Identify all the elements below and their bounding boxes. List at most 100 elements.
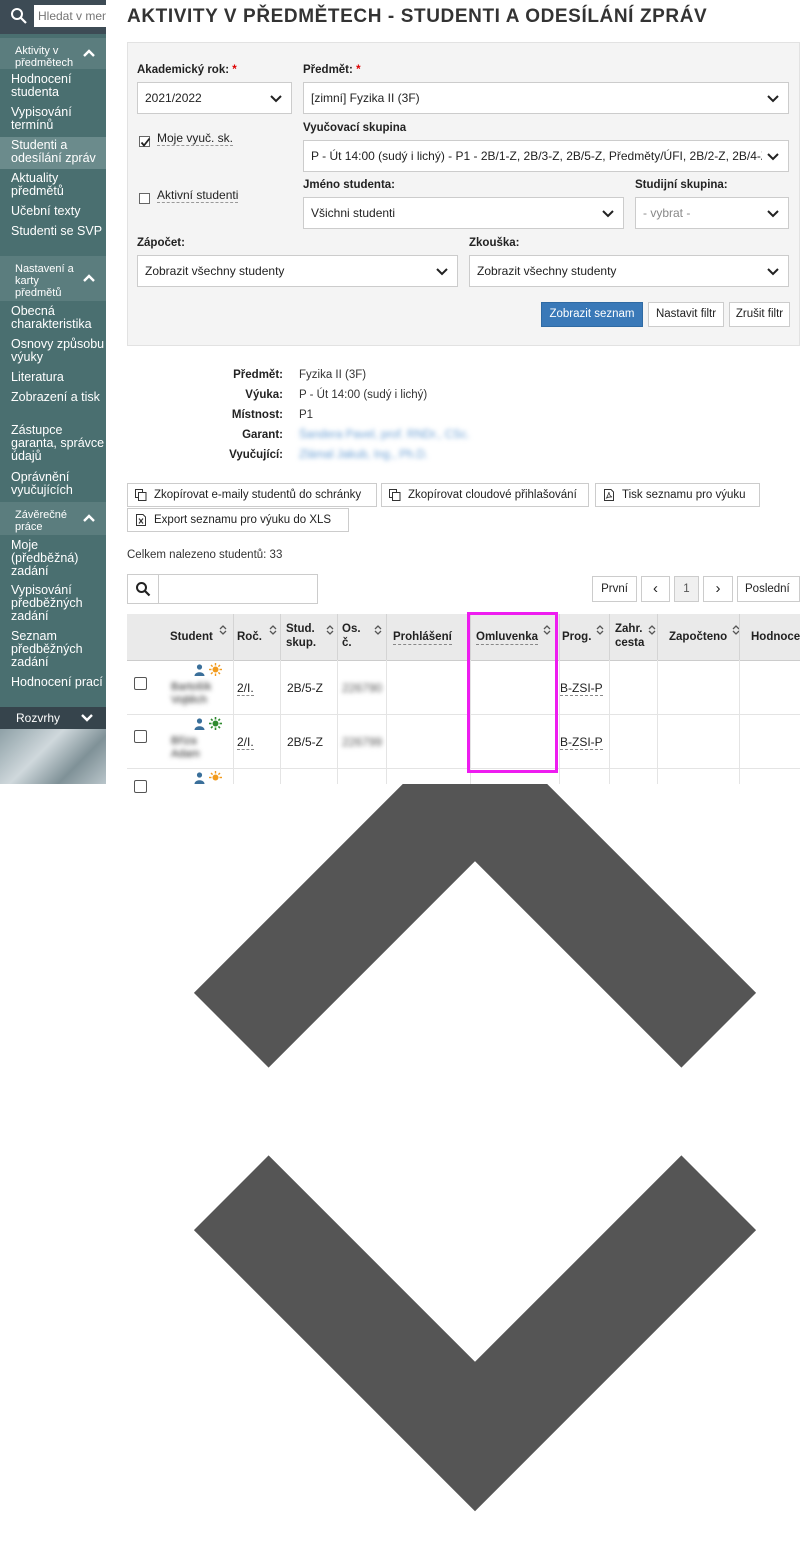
sidebar-group-nastaveni[interactable]: Nastavení a karty předmětů [0, 256, 106, 301]
copy-cloud-button[interactable]: Zkopírovat cloudové přihlašování [381, 483, 589, 507]
sidebar-item-studenti-zpravy[interactable]: Studenti a odesílání zpráv [0, 137, 106, 169]
col-student[interactable]: Student [167, 614, 233, 660]
col-program[interactable]: Prog. [559, 614, 610, 660]
col-rocnik[interactable]: Roč. [233, 614, 281, 660]
pdf-icon [604, 489, 614, 501]
table-header: Student Roč. Stud. skup. Os. č. Prohláše… [127, 614, 800, 1512]
my-groups-label[interactable]: Moje vyuč. sk. [157, 131, 234, 146]
sidebar-item-zobrazeni-tisk[interactable]: Zobrazení a tisk [11, 391, 106, 404]
column-divider [386, 660, 387, 784]
student-name-link[interactable]: Bartošík Vojtěch [171, 681, 225, 707]
exam-select[interactable]: Zobrazit všechny studenty [469, 255, 789, 287]
sidebar-item-hodnoceni-studenta[interactable]: Hodnocení studenta [11, 73, 106, 99]
sidebar-item-moje-zadani[interactable]: Moje (předběžná) zadání [11, 539, 106, 578]
info-guarantor-link[interactable]: Šandera Pavel, prof. RNDr., CSc. [299, 429, 470, 441]
sidebar-item-osnovy[interactable]: Osnovy způsobu výuky [11, 338, 106, 364]
show-list-button[interactable]: Zobrazit seznam [541, 302, 643, 327]
copy-emails-button[interactable]: Zkopírovat e-maily studentů do schránky [127, 483, 377, 507]
sidebar-item-seznam-zadani[interactable]: Seznam předběžných zadání [11, 630, 106, 669]
sidebar-item-ucebni-texty[interactable]: Učební texty [11, 205, 106, 218]
sidebar-group-aktivity[interactable]: Aktivity v předmětech [0, 38, 106, 69]
sidebar-item-zastupce-garanta[interactable]: Zástupce garanta, správce údajů [11, 424, 106, 463]
group-select[interactable]: P - Út 14:00 (sudý i lichý) - P1 - 2B/1-… [303, 140, 789, 172]
sidebar-decoration [0, 729, 106, 784]
chevron-down-icon [436, 268, 448, 276]
export-xls-button[interactable]: Export seznamu pro výuku do XLS [127, 508, 349, 532]
study-group-label: Studijní skupina: [635, 179, 728, 191]
group-label: Vyučovací skupina [303, 122, 407, 134]
sidebar-group-rozvrhy[interactable]: Rozvrhy [0, 707, 106, 729]
table-row: Bříza Adam 2/I. 2B/5-Z 226799 B-ZSI-P [127, 715, 800, 769]
student-select[interactable]: Všichni studenti [303, 197, 624, 229]
row-checkbox[interactable] [134, 730, 147, 743]
cell-stud-skup: 2B/5-Z [287, 681, 324, 695]
sort-icon [269, 625, 277, 635]
col-os-cislo[interactable]: Os. č. [337, 614, 387, 660]
page-title: AKTIVITY V PŘEDMĚTECH - STUDENTI A ODESÍ… [127, 6, 708, 27]
row-checkbox[interactable] [134, 677, 147, 690]
sidebar-item-hodnoceni-praci[interactable]: Hodnocení prací [11, 676, 106, 689]
row-checkbox[interactable] [134, 780, 147, 793]
chevron-down-icon [270, 95, 282, 103]
print-list-button[interactable]: Tisk seznamu pro výuku [595, 483, 760, 507]
pagination-next[interactable]: › [703, 576, 733, 602]
subject-select[interactable]: [zimní] Fyzika II (3F) [303, 82, 789, 114]
sun-icon [209, 663, 222, 676]
pagination-first[interactable]: První [592, 576, 637, 602]
study-group-select[interactable]: - vybrat - [635, 197, 789, 229]
cancel-filter-button[interactable]: Zrušit filtr [729, 302, 790, 327]
col-stud-skup[interactable]: Stud. skup. [280, 614, 338, 660]
sidebar-item-literatura[interactable]: Literatura [11, 371, 106, 384]
sidebar-item-vypisovani-zadani[interactable]: Vypisování předběžných zadání [11, 584, 106, 623]
sort-icon [596, 625, 604, 635]
active-students-label[interactable]: Aktivní studenti [157, 188, 239, 203]
my-groups-checkbox[interactable] [139, 136, 151, 147]
subject-label: Předmět: * [303, 64, 361, 76]
sidebar-item-studenti-svp[interactable]: Studenti se SVP [11, 225, 106, 238]
search-icon [11, 8, 27, 24]
sidebar-item-opravneni[interactable]: Oprávnění vyučujících [11, 471, 106, 497]
sidebar-group-zaverecne-prace[interactable]: Závěrečné práce [0, 502, 106, 535]
copy-icon [389, 489, 401, 501]
sidebar-item-aktuality[interactable]: Aktuality předmětů [11, 172, 106, 198]
chevron-down-icon [602, 210, 614, 218]
col-zahr-cesta[interactable]: Zahr. cesta [609, 614, 658, 660]
sidebar-group-label: Aktivity v předmětech [15, 45, 74, 69]
table-search[interactable] [127, 574, 318, 604]
info-subject-label: Předmět: [233, 369, 283, 381]
sidebar: Aktivity v předmětech Hodnocení studenta… [0, 0, 106, 784]
table-row: Bartošík Vojtěch 2/I. 2B/5-Z 226790 B-ZS… [127, 661, 800, 715]
xls-file-icon [136, 514, 146, 526]
cell-stud-skup: 2B/5-Z [287, 735, 324, 749]
info-teacher-label: Vyučující: [229, 449, 283, 461]
cell-program: B-ZSI-P [560, 681, 603, 696]
sidebar-item-obecna-charakteristika[interactable]: Obecná charakteristika [11, 305, 106, 331]
chevron-up-icon [83, 48, 95, 57]
info-room-value: P1 [299, 409, 314, 421]
info-guarantor-label: Garant: [242, 429, 283, 441]
column-divider [337, 660, 338, 784]
cell-program: B-ZSI-P [560, 735, 603, 750]
col-prohlaseni[interactable]: Prohlášení [386, 614, 471, 660]
set-filter-button[interactable]: Nastavit filtr [648, 302, 724, 327]
search-separator [158, 575, 159, 603]
col-hodnoceni[interactable]: Hodnocení [739, 614, 800, 660]
year-select[interactable]: 2021/2022 [137, 82, 292, 114]
cell-rocnik: 2/I. [237, 681, 254, 696]
pagination-prev[interactable]: ‹ [641, 576, 670, 602]
sort-icon [374, 625, 382, 635]
pagination-page-1[interactable]: 1 [674, 576, 699, 602]
sidebar-item-vypisovani-terminu[interactable]: Vypisování termínů [11, 106, 106, 132]
col-zapocteno[interactable]: Započteno [657, 614, 740, 660]
info-subject-value: Fyzika II (3F) [299, 369, 367, 381]
info-teacher-link[interactable]: Zlámal Jakub, Ing., Ph.D. [299, 449, 428, 461]
active-students-checkbox[interactable] [139, 193, 150, 204]
credit-select[interactable]: Zobrazit všechny studenty [137, 255, 458, 287]
person-icon [194, 718, 205, 730]
pagination-last[interactable]: Poslední [737, 576, 800, 602]
sidebar-search-input[interactable] [34, 5, 106, 27]
student-name-link[interactable]: Bříza Adam [171, 735, 225, 761]
chevron-down-icon [767, 210, 779, 218]
chevron-up-icon [83, 513, 95, 522]
sidebar-search [0, 0, 106, 34]
